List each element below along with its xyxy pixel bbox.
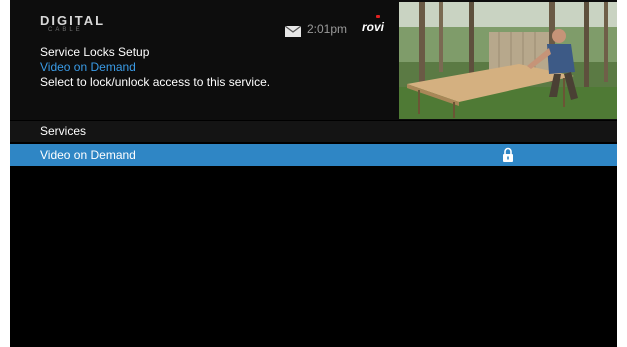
page-title: Service Locks Setup bbox=[40, 45, 150, 59]
brand-logo: rovi bbox=[362, 20, 385, 34]
header-text-block: Service Locks Setup Video on Demand Sele… bbox=[40, 45, 270, 90]
service-item-video-on-demand[interactable]: Video on Demand bbox=[10, 144, 617, 166]
page-subtitle: Video on Demand bbox=[40, 60, 136, 74]
lock-icon bbox=[502, 147, 514, 162]
service-item-label: Video on Demand bbox=[40, 148, 136, 162]
page-description: Select to lock/unlock access to this ser… bbox=[40, 75, 271, 89]
envelope-icon bbox=[284, 24, 302, 37]
clock-time: 2:01pm bbox=[307, 22, 348, 36]
brand-logo-accent bbox=[376, 15, 380, 18]
status-area: 2:01pm bbox=[284, 21, 348, 37]
services-section-header: Services bbox=[10, 121, 617, 142]
logo-text: DIGITAL bbox=[40, 13, 106, 28]
video-preview bbox=[399, 2, 617, 119]
tv-screen: DIGITAL CABLE 2:01pm rovi Service Locks … bbox=[10, 0, 617, 347]
provider-logo: DIGITAL CABLE bbox=[40, 13, 130, 35]
header-panel: DIGITAL CABLE 2:01pm rovi Service Locks … bbox=[10, 0, 617, 120]
